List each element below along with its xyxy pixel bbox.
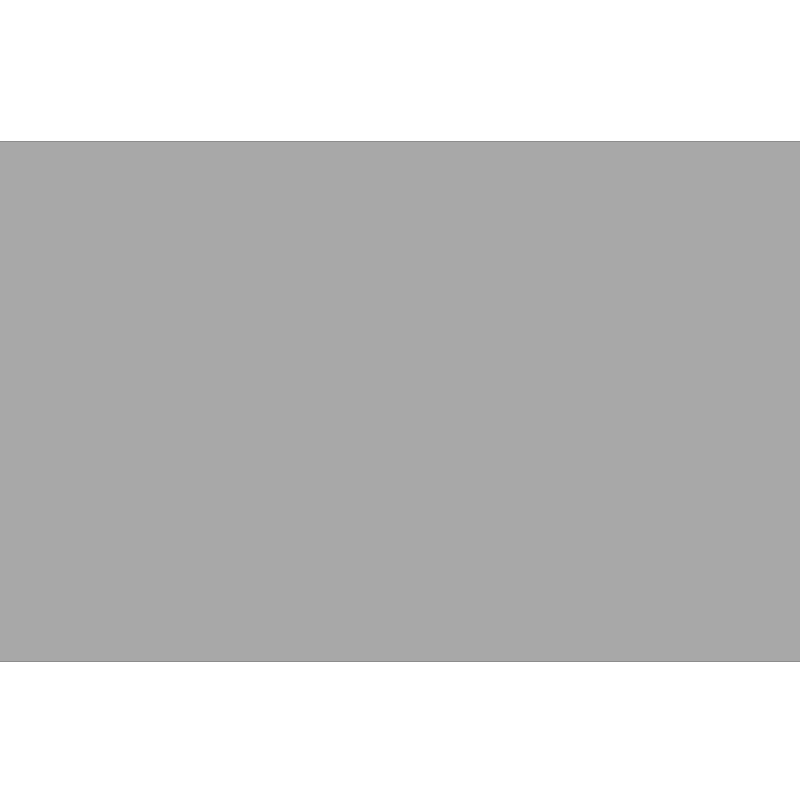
ableton-live-window	[0, 141, 800, 662]
screenshot-canvas	[0, 0, 800, 800]
